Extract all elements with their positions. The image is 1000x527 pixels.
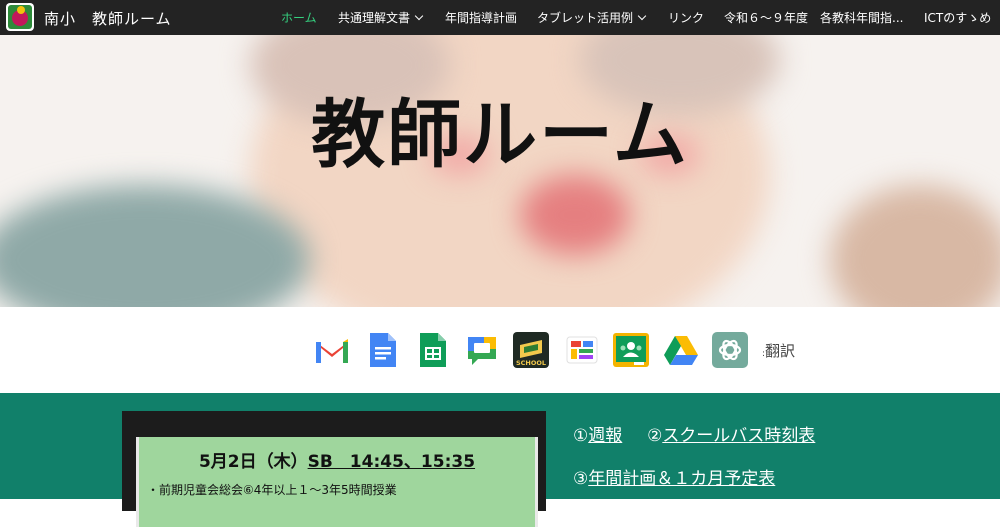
school-app-icon[interactable]: SCHOOL [512,331,549,369]
link-row-2: ③年間計画＆１カ月予定表 [573,469,776,489]
gmail-icon[interactable] [314,331,350,369]
nav-item-annual-plan[interactable]: 年間指導計画 [445,9,517,26]
school-logo-icon[interactable] [6,3,34,31]
nav-item-subject-plans[interactable]: 各教科年間指... [820,9,903,26]
site-title[interactable]: 南小 教師ルーム [44,8,172,29]
notice-date: 5月2日（木）SB 14:45、15:35 [198,452,476,472]
top-nav-bar: 南小 教師ルーム ホーム 共通理解文書 年間指導計画 タブレット活用例 リンク … [0,0,1000,35]
nav-item-home[interactable]: ホーム [281,9,317,26]
chevron-down-icon [637,11,647,21]
svg-text:SCHOOL: SCHOOL [516,359,546,367]
content-section: 5月2日（木）SB 14:45、15:35 ・前期児童会総会⑥4年以上１～3年5… [0,393,1000,527]
chatgpt-icon[interactable] [711,331,748,369]
notice-board-panel: 5月2日（木）SB 14:45、15:35 ・前期児童会総会⑥4年以上１～3年5… [136,437,538,527]
hero-banner: 教師ルーム [0,35,1000,307]
translate-button[interactable]: :翻訳 [762,340,795,361]
nav-item-tablet-examples[interactable]: タブレット活用例 [537,9,647,26]
notice-board: 5月2日（木）SB 14:45、15:35 ・前期児童会総会⑥4年以上１～3年5… [122,411,546,527]
google-drive-icon[interactable] [662,331,698,369]
quick-links: ①週報 ②スクールバス時刻表 ③年間計画＆１カ月予定表 [573,421,815,507]
app-shortcuts: SCHOOL:翻訳 [0,307,1000,393]
chevron-down-icon [414,11,424,21]
nav-item-links[interactable]: リンク [668,9,704,26]
hero-title: 教師ルーム [311,92,689,178]
whiteboard-icon[interactable] [564,331,600,369]
google-chat-icon[interactable] [464,331,500,369]
google-docs-icon[interactable] [364,331,400,369]
nav-item-reiwa[interactable]: 令和６～９年度 [724,9,808,26]
hero-hand [830,185,1000,307]
google-classroom-icon[interactable] [612,331,649,369]
school-bus-timetable-link[interactable]: スクールバス時刻表 [662,426,815,446]
link-row-1: ①週報 ②スクールバス時刻表 [573,426,816,446]
google-sheets-icon[interactable] [414,331,450,369]
annual-plan-link[interactable]: 年間計画＆１カ月予定表 [588,469,775,489]
nav-item-ict[interactable]: ICTのすゝめ [924,9,991,26]
nav-item-common-documents[interactable]: 共通理解文書 [338,9,424,26]
hero-mouth [520,175,630,255]
notice-text: ・前期児童会総会⑥4年以上１～3年5時間授業 [147,483,397,497]
weekly-report-link[interactable]: 週報 [588,426,622,446]
